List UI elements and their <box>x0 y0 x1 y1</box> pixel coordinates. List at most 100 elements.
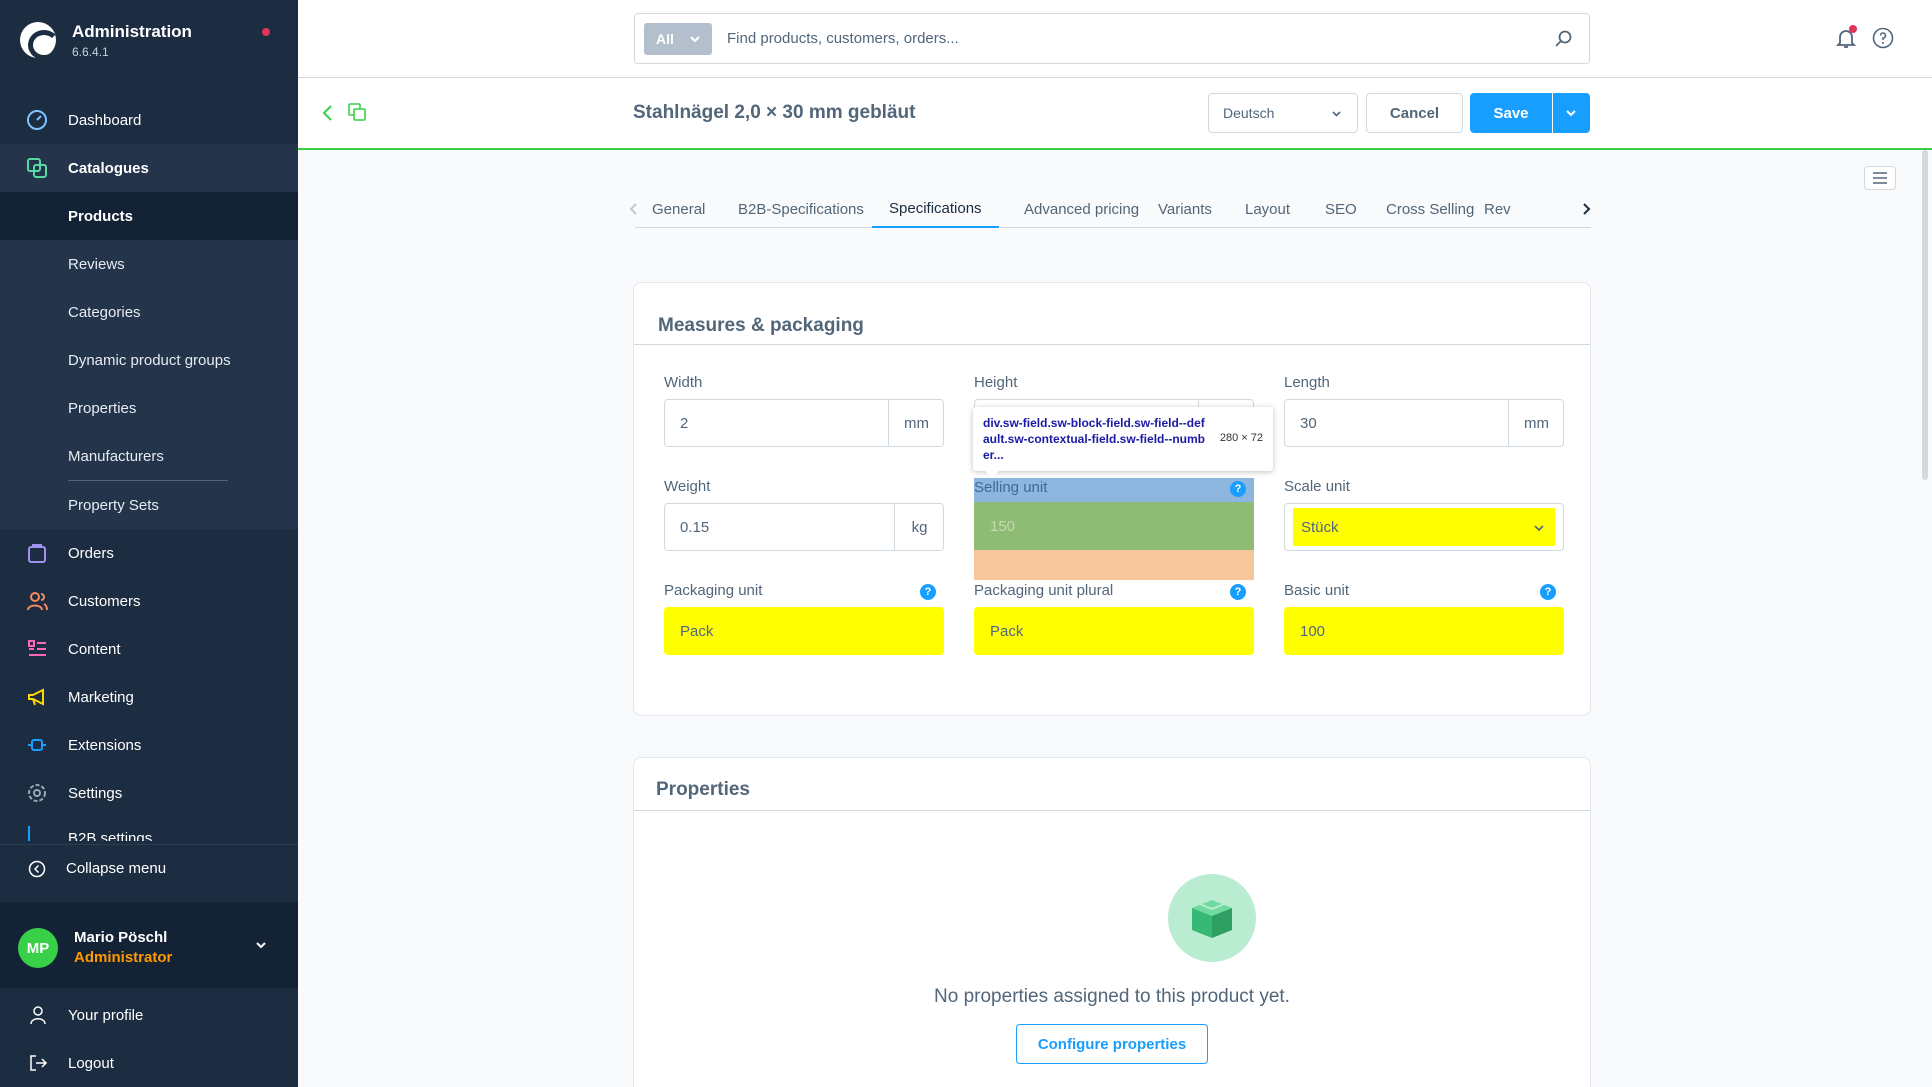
logout-link[interactable]: Logout <box>0 1039 298 1087</box>
sidebar-subitem-manufacturers[interactable]: Manufacturers <box>0 432 298 480</box>
selling-unit-label: Selling unit <box>974 479 1048 496</box>
sidebar-subitem-reviews[interactable]: Reviews <box>0 240 298 288</box>
notification-badge <box>1849 25 1857 33</box>
box-icon <box>1192 900 1232 938</box>
search-type-select[interactable]: All <box>644 23 712 55</box>
search-input[interactable] <box>727 14 1527 63</box>
packaging-unit-plural-input[interactable]: Pack <box>974 607 1254 655</box>
packaging-unit-plural-value: Pack <box>990 622 1024 640</box>
weight-input[interactable]: 0.15 kg <box>664 503 944 551</box>
chevron-down-icon[interactable] <box>254 938 268 952</box>
sidebar-subitem-categories[interactable]: Categories <box>0 288 298 336</box>
basic-unit-input[interactable]: 100 <box>1284 607 1564 655</box>
sidebar-subitem-property-sets[interactable]: Property Sets <box>0 481 298 529</box>
your-profile-label: Your profile <box>68 1006 144 1024</box>
scrollbar[interactable] <box>1922 150 1928 480</box>
configure-properties-button[interactable]: Configure properties <box>1016 1024 1208 1064</box>
tab-specifications[interactable]: Specifications <box>872 190 999 228</box>
sidebar-item-dashboard[interactable]: Dashboard <box>0 96 298 144</box>
language-select[interactable]: Deutsch <box>1208 93 1358 133</box>
save-options-button[interactable] <box>1553 93 1590 133</box>
tab-layout[interactable]: Layout <box>1228 190 1307 228</box>
save-button[interactable]: Save <box>1470 93 1552 133</box>
chevron-right-icon[interactable] <box>1581 202 1591 216</box>
language-select-value: Deutsch <box>1223 105 1275 121</box>
width-input[interactable]: 2 mm <box>664 399 944 447</box>
sidebar-item-label: Settings <box>68 784 123 802</box>
page-title: Stahlnägel 2,0 × 30 mm gebläut <box>633 102 916 123</box>
collapse-menu-button[interactable]: Collapse menu <box>0 844 298 892</box>
weight-value: 0.15 <box>680 518 710 536</box>
sidebar-item-content[interactable]: Content <box>0 625 298 673</box>
copy-icon[interactable] <box>348 103 366 121</box>
user-menu[interactable]: MP Mario Pöschl Administrator <box>0 902 298 988</box>
scale-unit-value: Stück <box>1301 518 1339 536</box>
help-circle-icon[interactable]: ? <box>1540 584 1556 600</box>
sidebar-item-settings[interactable]: Settings <box>0 769 298 817</box>
measures-packaging-card: Measures & packaging Width 2 mm Height L… <box>633 282 1591 716</box>
tab-advanced-pricing[interactable]: Advanced pricing <box>1007 190 1156 228</box>
sidebar-item-extensions[interactable]: Extensions <box>0 721 298 769</box>
selling-unit-input[interactable]: 150 <box>974 502 1254 550</box>
main-navigation: Dashboard Catalogues Products Reviews Ca… <box>0 96 298 841</box>
help-icon[interactable] <box>1872 27 1894 49</box>
length-input[interactable]: 30 mm <box>1284 399 1564 447</box>
sidebar-item-catalogues[interactable]: Catalogues <box>0 144 298 192</box>
tab-b2b-specifications[interactable]: B2B-Specifications <box>721 190 881 228</box>
basic-unit-label: Basic unit <box>1284 582 1350 599</box>
tab-seo[interactable]: SEO <box>1308 190 1374 228</box>
catalogue-submenu: Products Reviews Categories Dynamic prod… <box>0 192 298 529</box>
sidebar-item-b2b-settings[interactable]: B2B settings <box>0 817 298 841</box>
smart-bar: Stahlnägel 2,0 × 30 mm gebläut Deutsch C… <box>298 78 1932 150</box>
help-circle-icon[interactable]: ? <box>1230 481 1246 497</box>
tab-general[interactable]: General <box>635 190 722 228</box>
sidebar-item-label: Dashboard <box>68 111 142 129</box>
sidebar-item-marketing[interactable]: Marketing <box>0 673 298 721</box>
tab-reviews[interactable]: Rev <box>1467 190 1577 228</box>
sidebar-subitem-properties[interactable]: Properties <box>0 384 298 432</box>
admin-sidebar: Administration 6.6.4.1 Dashboard Catalog… <box>0 0 298 1087</box>
inspector-selector: div.sw-field.sw-block-field.sw-field--de… <box>983 416 1206 462</box>
chevron-down-icon <box>1332 111 1341 117</box>
selling-unit-value: 150 <box>990 517 1016 535</box>
cancel-button[interactable]: Cancel <box>1366 93 1463 133</box>
sidebar-item-orders[interactable]: Orders <box>0 529 298 577</box>
top-header: All <box>298 0 1932 78</box>
orders-icon <box>28 544 46 563</box>
inspector-tooltip: div.sw-field.sw-block-field.sw-field--de… <box>973 407 1273 478</box>
sidebar-subitem-products[interactable]: Products <box>0 192 298 240</box>
search-icon[interactable] <box>1553 29 1573 49</box>
sidebar-toggle-button[interactable] <box>1864 166 1896 190</box>
shopware-logo-icon <box>20 22 60 60</box>
packaging-unit-input[interactable]: Pack <box>664 607 944 655</box>
sidebar-item-label: Customers <box>68 592 141 610</box>
sidebar-subitem-dynamic-product-groups[interactable]: Dynamic product groups <box>0 336 298 384</box>
tab-variants[interactable]: Variants <box>1141 190 1229 228</box>
packaging-unit-plural-label: Packaging unit plural <box>974 582 1114 599</box>
brand[interactable]: Administration 6.6.4.1 <box>20 20 192 60</box>
inspector-size: 280 × 72 <box>1219 432 1263 444</box>
app-version: 6.6.4.1 <box>72 44 109 59</box>
card-title: Properties <box>656 779 750 800</box>
marketing-icon <box>28 688 44 706</box>
logout-label: Logout <box>68 1054 114 1072</box>
your-profile-link[interactable]: Your profile <box>0 991 298 1039</box>
collapse-menu-label: Collapse menu <box>66 860 167 877</box>
help-circle-icon[interactable]: ? <box>1230 584 1246 600</box>
global-search: All <box>634 13 1590 64</box>
width-unit: mm <box>888 399 944 447</box>
avatar: MP <box>18 928 58 968</box>
sidebar-item-customers[interactable]: Customers <box>0 577 298 625</box>
scale-unit-select[interactable]: Stück <box>1284 503 1564 551</box>
empty-state-text: No properties assigned to this product y… <box>934 986 1290 1007</box>
app-title: Administration <box>72 21 192 41</box>
width-label: Width <box>664 374 703 391</box>
product-tabs: General B2B-Specifications Specification… <box>629 190 1591 228</box>
b2b-icon <box>28 826 45 841</box>
help-circle-icon[interactable]: ? <box>920 584 936 600</box>
packaging-unit-label: Packaging unit <box>664 582 763 599</box>
customers-icon <box>27 592 48 611</box>
back-arrow-icon[interactable] <box>320 103 336 123</box>
chevron-down-icon <box>1534 525 1544 532</box>
chevron-down-icon <box>690 36 700 43</box>
